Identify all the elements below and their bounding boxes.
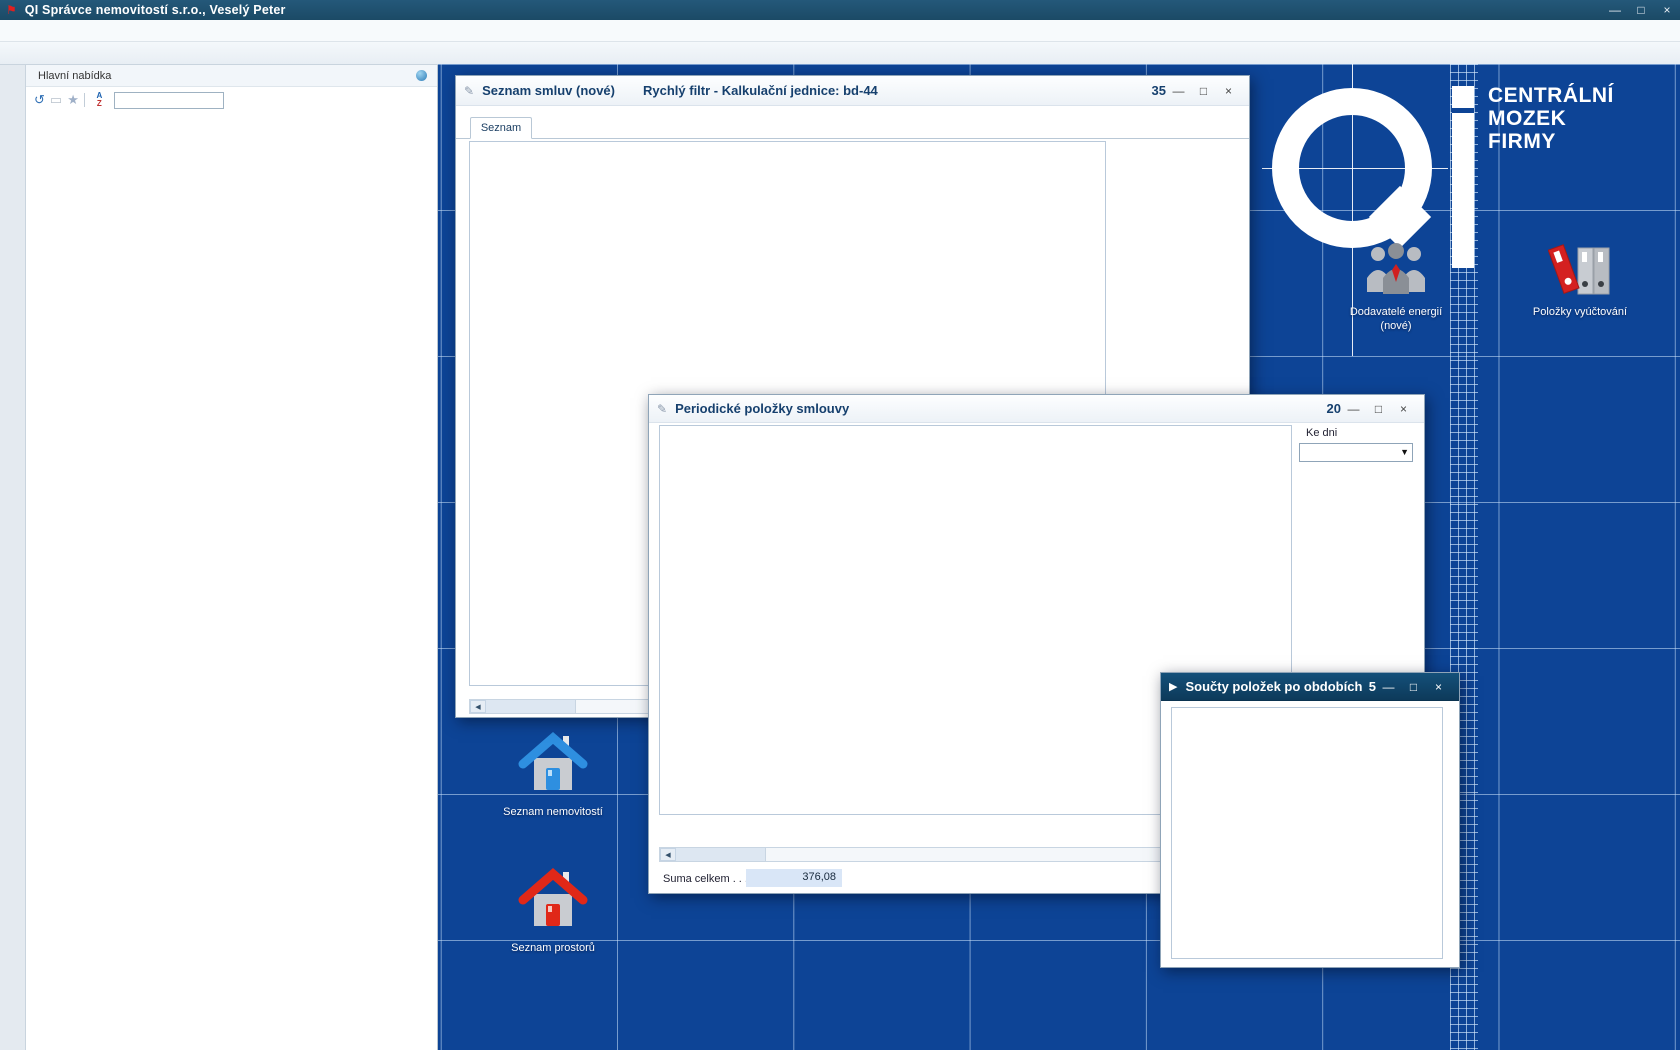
win2-titlebar[interactable]: ✎ Periodické položky smlouvy 20 — □ ×	[649, 395, 1424, 423]
win1-maximize-button[interactable]: □	[1191, 84, 1216, 98]
win3-table	[1171, 707, 1443, 959]
shortcut-dodavatele-energii[interactable]: Dodavatelé energií(nové)	[1336, 240, 1456, 333]
tree-refresh-icon[interactable]: ↺	[34, 92, 45, 108]
win3-maximize-button[interactable]: □	[1401, 680, 1426, 694]
app-title: QI Správce nemovitostí s.r.o., Veselý Pe…	[25, 3, 286, 17]
win2-maximize-button[interactable]: □	[1366, 402, 1391, 416]
desktop: CENTRÁLNÍ MOZEK FIRMY Dodavatelé energií…	[438, 64, 1680, 1050]
app-close-button[interactable]: ×	[1654, 3, 1680, 17]
suma-celkem-label: Suma celkem . . . .	[663, 873, 754, 885]
suma-celkem-value: 376,08	[746, 869, 842, 887]
pen-icon: ✎	[657, 402, 667, 416]
tree-sort-az-icon[interactable]: AZ	[90, 91, 109, 109]
pen-icon: ✎	[464, 84, 474, 98]
brand-text: CENTRÁLNÍ MOZEK FIRMY	[1488, 84, 1614, 153]
nav-panel-header: Hlavní nabídka	[26, 65, 437, 87]
app-titlebar: ⚑ QI Správce nemovitostí s.r.o., Veselý …	[0, 0, 1680, 20]
tab-seznam[interactable]: Seznam	[470, 117, 532, 139]
win2-minimize-button[interactable]: —	[1341, 402, 1366, 416]
play-icon: ▶	[1169, 680, 1177, 693]
win1-minimize-button[interactable]: —	[1166, 84, 1191, 98]
main-toolbar	[0, 42, 1680, 65]
win3-titlebar[interactable]: ▶ Součty položek po obdobích 5 — □ ×	[1161, 673, 1459, 701]
win1-filter-subtitle: Rychlý filtr - Kalkulační jednice: bd-44	[643, 83, 878, 98]
win1-record-count: 35	[1152, 83, 1166, 98]
win2-title: Periodické položky smlouvy	[675, 401, 849, 416]
app-maximize-button[interactable]: □	[1628, 3, 1654, 17]
win3-title: Součty položek po obdobích	[1185, 679, 1362, 694]
win2-record-count: 20	[1327, 401, 1341, 416]
shortcut-polozky-vyuctovani[interactable]: Položky vyúčtování	[1520, 240, 1640, 319]
people-icon	[1364, 240, 1428, 298]
tree-favorite-icon[interactable]: ★	[67, 92, 79, 108]
tree-search-input[interactable]	[114, 92, 224, 109]
chevron-down-icon: ▼	[1400, 447, 1409, 457]
win3-close-button[interactable]: ×	[1426, 680, 1451, 694]
scroll-left-icon[interactable]: ◀	[470, 700, 486, 713]
nav-panel: Hlavní nabídka ↺ ▭ ★ AZ	[26, 65, 438, 1050]
win1-title: Seznam smluv (nové)	[482, 83, 615, 98]
side-tab-strip	[0, 65, 26, 1050]
win1-titlebar[interactable]: ✎ Seznam smluv (nové) Rychlý filtr - Kal…	[456, 76, 1249, 106]
shortcut-seznam-prostoru[interactable]: Seznam prostorů	[488, 864, 618, 955]
application-screen: ⚑ QI Správce nemovitostí s.r.o., Veselý …	[0, 0, 1680, 1050]
scroll-left-icon[interactable]: ◀	[660, 848, 676, 861]
win3-minimize-button[interactable]: —	[1376, 680, 1401, 694]
ke-dni-combobox[interactable]: ▼	[1299, 443, 1413, 462]
win3-record-count: 5	[1369, 679, 1376, 694]
ke-dni-label: Ke dni	[1306, 427, 1337, 439]
binders-icon	[1548, 240, 1612, 298]
nav-tree	[26, 115, 437, 1050]
win1-tabbar: Seznam	[456, 106, 1249, 139]
nav-toolbar: ↺ ▭ ★ AZ	[26, 87, 437, 113]
nav-panel-title: Hlavní nabídka	[38, 70, 111, 82]
app-flag-icon: ⚑	[6, 3, 17, 17]
panel-sphere-icon[interactable]	[416, 70, 427, 81]
menubar	[0, 20, 1680, 42]
win1-close-button[interactable]: ×	[1216, 84, 1241, 98]
win2-close-button[interactable]: ×	[1391, 402, 1416, 416]
window-soucty-polozek: ▶ Součty položek po obdobích 5 — □ ×	[1160, 672, 1460, 968]
tree-preview-icon[interactable]: ▭	[50, 92, 62, 108]
house-red-icon	[517, 864, 589, 934]
app-minimize-button[interactable]: —	[1602, 3, 1628, 17]
shortcut-seznam-nemovitosti[interactable]: Seznam nemovitostí	[488, 728, 618, 819]
house-blue-icon	[517, 728, 589, 798]
